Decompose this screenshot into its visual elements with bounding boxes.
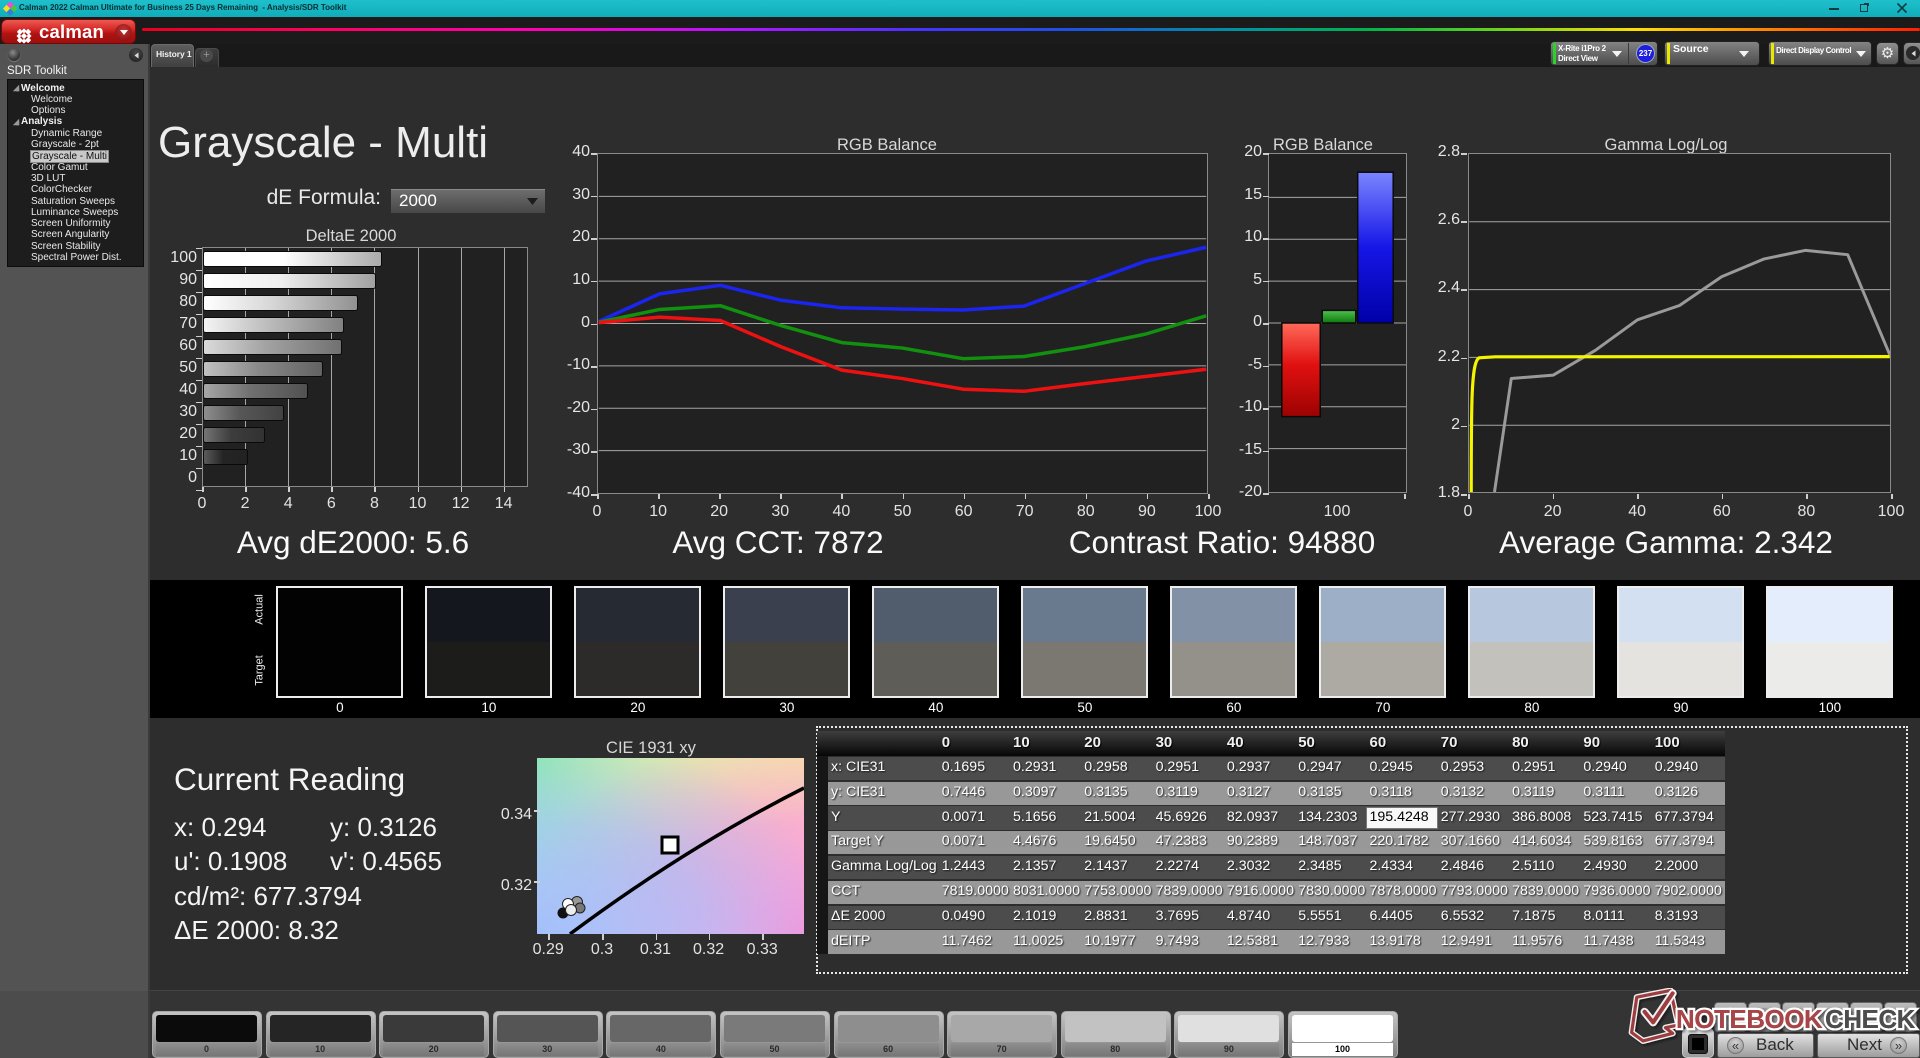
svg-text:CHECK: CHECK (1825, 1004, 1916, 1034)
svg-text:NOTEBOOK: NOTEBOOK (1676, 1004, 1823, 1034)
